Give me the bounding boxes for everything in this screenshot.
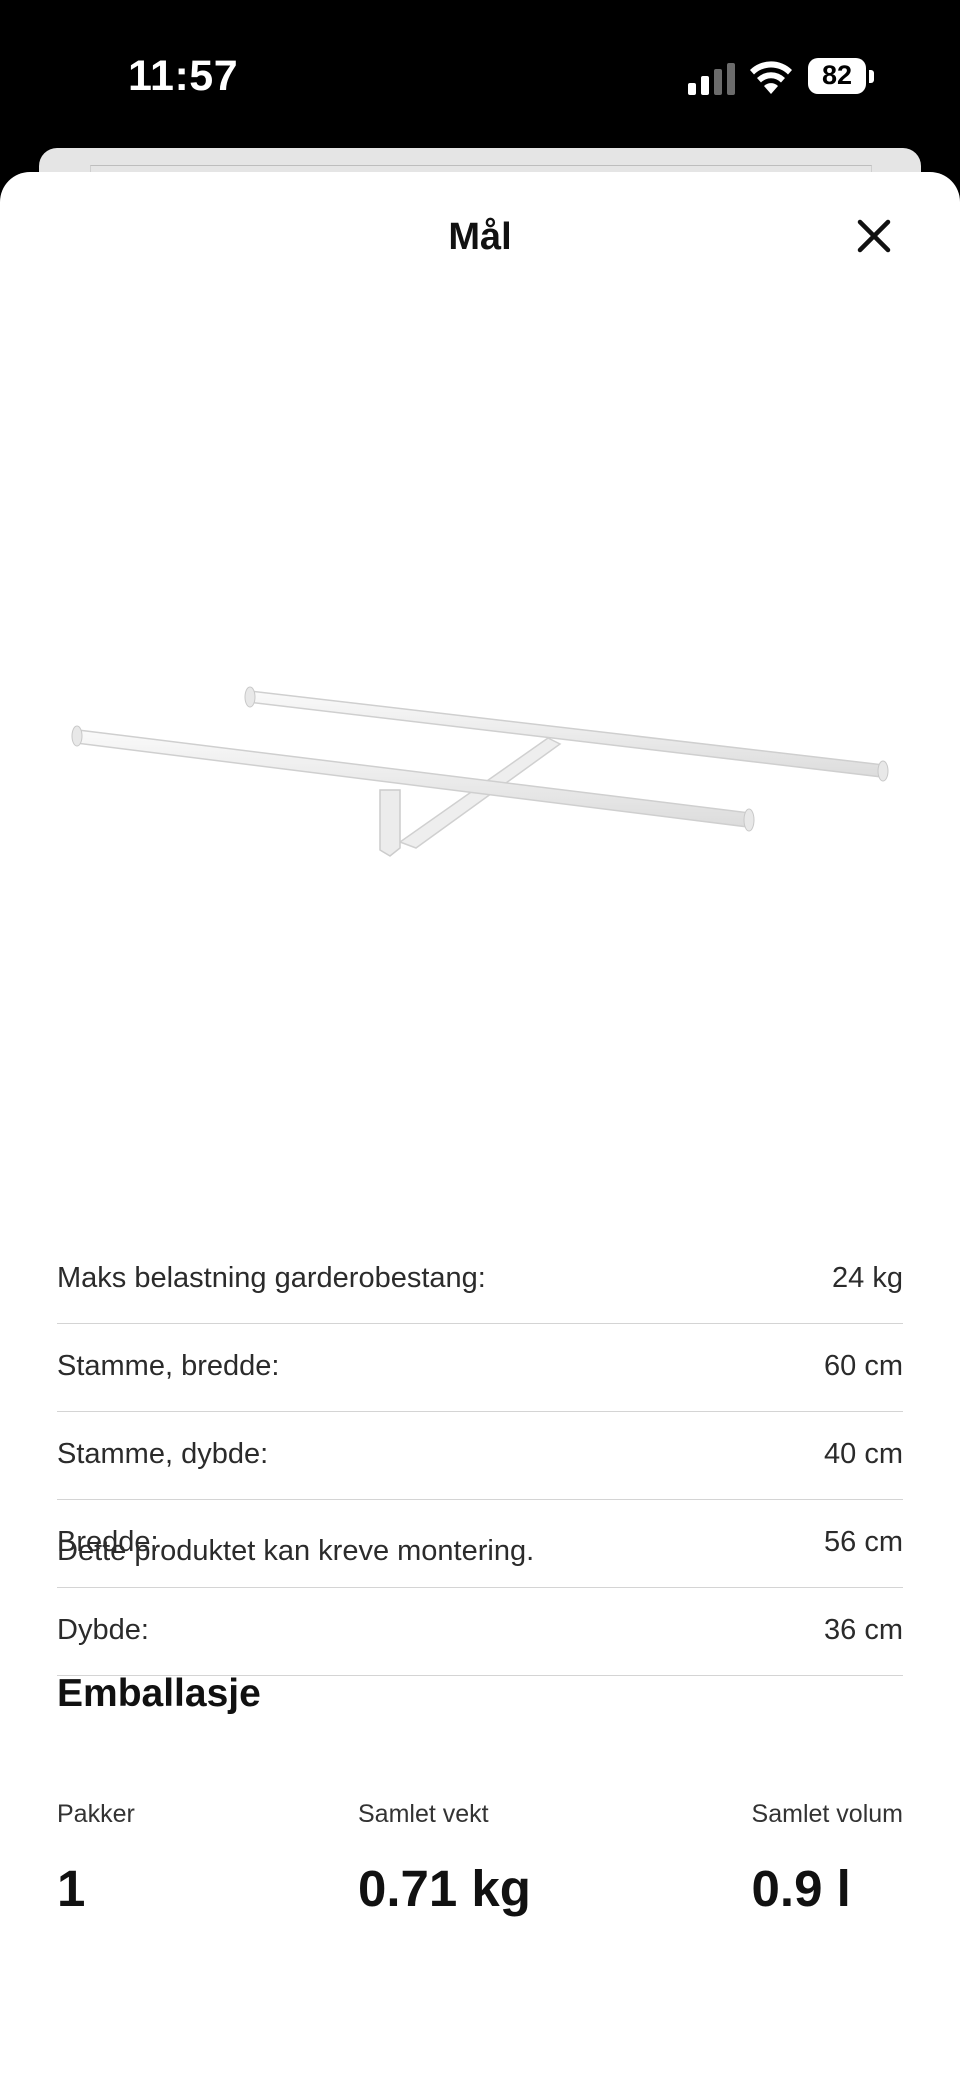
packages-value: 1 — [57, 1860, 86, 1917]
weight-value: 0.71 kg — [358, 1860, 531, 1917]
packages-stat: Pakker 1 — [57, 1800, 135, 1918]
spec-value: 40 cm — [824, 1438, 903, 1470]
volume-label: Samlet volum — [751, 1800, 903, 1828]
spec-value: 60 cm — [824, 1350, 903, 1382]
spec-row: Dybde: 36 cm — [57, 1588, 903, 1676]
spec-value: 36 cm — [824, 1614, 903, 1646]
spec-label: Dybde: — [57, 1614, 149, 1646]
spec-label: Stamme, dybde: — [57, 1438, 269, 1470]
spec-label: Stamme, bredde: — [57, 1350, 280, 1382]
spec-label: Maks belastning garderobestang: — [57, 1262, 486, 1294]
battery-icon: 82 — [808, 58, 874, 96]
status-bar: 11:57 82 — [0, 0, 960, 150]
status-time: 11:57 — [128, 52, 239, 100]
packaging-title: Emballasje — [57, 1672, 261, 1715]
spec-value: 56 cm — [824, 1526, 903, 1558]
product-image — [71, 686, 889, 857]
dimensions-list: Maks belastning garderobestang: 24 kg St… — [57, 1236, 903, 1676]
volume-value: 0.9 l — [751, 1860, 851, 1917]
close-icon[interactable] — [848, 210, 900, 262]
packages-label: Pakker — [57, 1800, 135, 1828]
spec-row: Maks belastning garderobestang: 24 kg — [57, 1236, 903, 1324]
spec-row: Stamme, dybde: 40 cm — [57, 1412, 903, 1500]
spec-value: 24 kg — [832, 1262, 903, 1294]
volume-stat: Samlet volum 0.9 l — [752, 1800, 903, 1918]
assembly-note: Dette produktet kan kreve montering. — [57, 1535, 535, 1567]
wifi-icon — [750, 61, 792, 94]
sheet-title: Mål — [448, 216, 512, 258]
cellular-signal-icon — [688, 63, 735, 95]
weight-stat: Samlet vekt 0.71 kg — [358, 1800, 531, 1918]
spec-row: Stamme, bredde: 60 cm — [57, 1324, 903, 1412]
weight-label: Samlet vekt — [358, 1800, 489, 1828]
battery-level: 82 — [821, 60, 853, 90]
